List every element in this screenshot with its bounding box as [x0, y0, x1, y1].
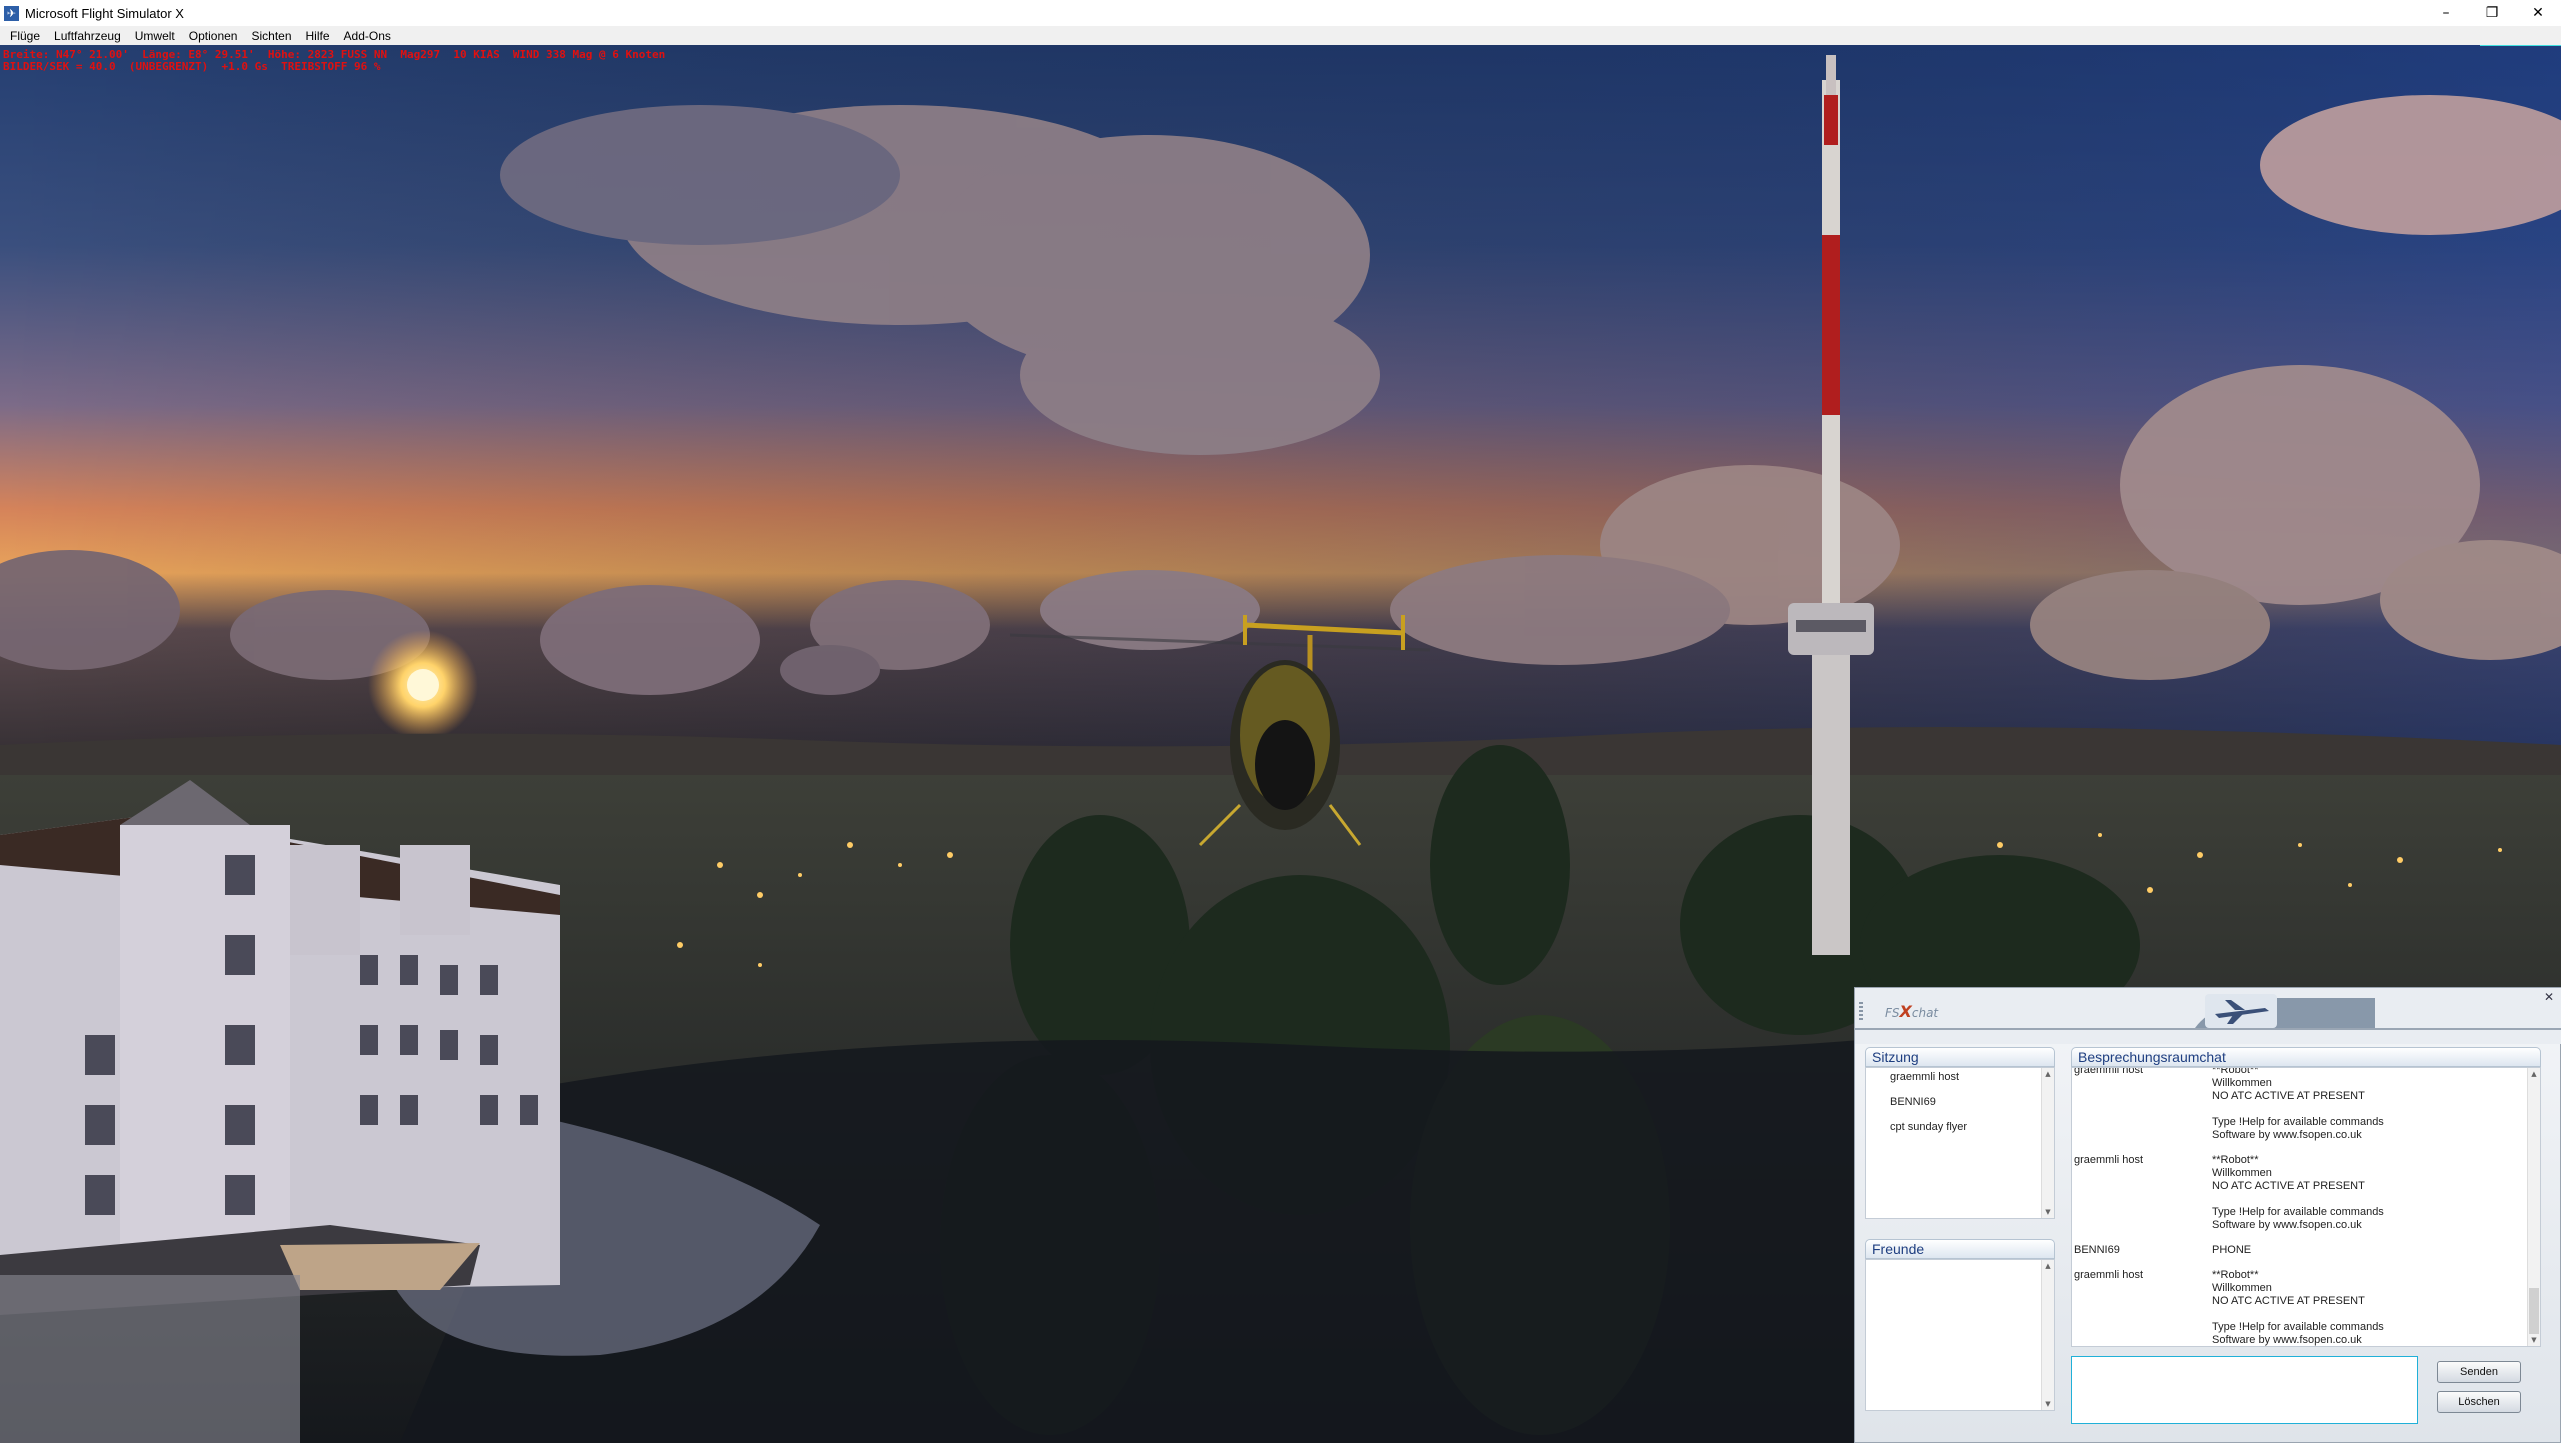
chat-messages: graemmli host **Robot** Willkommen NO AT… [2071, 1067, 2541, 1347]
clear-button[interactable]: Löschen [2437, 1391, 2521, 1413]
title-bar: ✈ Microsoft Flight Simulator X – ❐ ✕ [0, 0, 2561, 27]
menu-umwelt[interactable]: Umwelt [128, 29, 182, 43]
fsxchat-logo: FSXchat [1885, 1002, 1938, 1021]
hud-readout: Breite: N47° 21.00' Länge: E8° 29.51' Hö… [3, 49, 665, 73]
menu-optionen[interactable]: Optionen [182, 29, 245, 43]
message-line: NO ATC ACTIVE AT PRESENT [2212, 1180, 2365, 1192]
session-user[interactable]: BENNI69 [1890, 1096, 1936, 1108]
menu-sichten[interactable]: Sichten [244, 29, 298, 43]
chat-scrollbar[interactable]: ▲ ▼ [2527, 1068, 2540, 1346]
message-line: Type !Help for available commands [2212, 1321, 2384, 1333]
logo-chat: chat [1911, 1006, 1939, 1020]
session-scrollbar[interactable]: ▲ ▼ [2041, 1068, 2054, 1218]
session-list[interactable]: graemmli host BENNI69 cpt sunday flyer ▲… [1865, 1067, 2055, 1219]
message-line: Type !Help for available commands [2212, 1116, 2384, 1128]
scroll-up-icon[interactable]: ▲ [2042, 1068, 2054, 1080]
logo-x: X [1899, 1002, 1912, 1021]
chat-drag-handle[interactable] [1859, 1002, 1863, 1020]
message-line: Software by www.fsopen.co.uk [2212, 1129, 2362, 1141]
message-line: PHONE [2212, 1244, 2252, 1256]
window-title: Microsoft Flight Simulator X [25, 5, 184, 21]
menu-add-ons[interactable]: Add-Ons [337, 29, 398, 43]
message-sender: BENNI69 [2074, 1244, 2120, 1256]
message-sender: graemmli host [2074, 1154, 2144, 1166]
friends-list[interactable]: ▲ ▼ [1865, 1259, 2055, 1411]
chat-header: FSXchat ✕ [1855, 988, 2561, 1044]
chat-message-input[interactable] [2071, 1356, 2418, 1424]
friends-pane-title: Freunde [1865, 1239, 2055, 1259]
room-chat-title: Besprechungsraumchat [2071, 1047, 2541, 1067]
close-button[interactable]: ✕ [2515, 0, 2561, 26]
message-line: **Robot** [2212, 1154, 2259, 1166]
logo-fs: FS [1885, 1006, 1900, 1020]
message-line: **Robot** [2212, 1067, 2259, 1076]
scroll-down-icon[interactable]: ▼ [2528, 1334, 2540, 1346]
fsx-app-icon: ✈ [4, 5, 19, 21]
menu-bar: Flüge Luftfahrzeug Umwelt Optionen Sicht… [0, 26, 2561, 45]
message-line: Willkommen [2212, 1077, 2272, 1089]
minimize-button[interactable]: – [2423, 0, 2469, 26]
fsx-chat-window: FSXchat ✕ Sitzung graemmli host BENNI69 … [1854, 987, 2561, 1443]
send-button[interactable]: Senden [2437, 1361, 2521, 1383]
message-line: Software by www.fsopen.co.uk [2212, 1334, 2362, 1346]
session-pane-title: Sitzung [1865, 1047, 2055, 1067]
scroll-thumb[interactable] [2529, 1288, 2539, 1334]
message-line: Type !Help for available commands [2212, 1206, 2384, 1218]
message-line: **Robot** [2212, 1269, 2259, 1281]
scroll-up-icon[interactable]: ▲ [2528, 1068, 2540, 1080]
message-line: NO ATC ACTIVE AT PRESENT [2212, 1090, 2365, 1102]
airplane-icon [2205, 994, 2277, 1028]
scroll-up-icon[interactable]: ▲ [2042, 1260, 2054, 1272]
window-controls: – ❐ ✕ [2423, 0, 2561, 26]
message-line: Willkommen [2212, 1167, 2272, 1179]
message-line: Willkommen [2212, 1282, 2272, 1294]
menu-luftfahrzeug[interactable]: Luftfahrzeug [47, 29, 128, 43]
hud-line-2: BILDER/SEK = 40.0 (UNBEGRENZT) +1.0 Gs T… [3, 60, 381, 73]
session-user[interactable]: graemmli host [1890, 1071, 1959, 1083]
message-sender: graemmli host [2074, 1067, 2144, 1076]
scroll-down-icon[interactable]: ▼ [2042, 1398, 2054, 1410]
restore-button[interactable]: ❐ [2469, 0, 2515, 26]
menu-fluege[interactable]: Flüge [0, 29, 47, 43]
message-sender: graemmli host [2074, 1269, 2144, 1281]
chat-close-button[interactable]: ✕ [2544, 990, 2554, 1004]
message-line: NO ATC ACTIVE AT PRESENT [2212, 1295, 2365, 1307]
session-user[interactable]: cpt sunday flyer [1890, 1121, 1967, 1133]
menu-hilfe[interactable]: Hilfe [299, 29, 337, 43]
message-line: Software by www.fsopen.co.uk [2212, 1219, 2362, 1231]
scroll-down-icon[interactable]: ▼ [2042, 1206, 2054, 1218]
friends-scrollbar[interactable]: ▲ ▼ [2041, 1260, 2054, 1410]
